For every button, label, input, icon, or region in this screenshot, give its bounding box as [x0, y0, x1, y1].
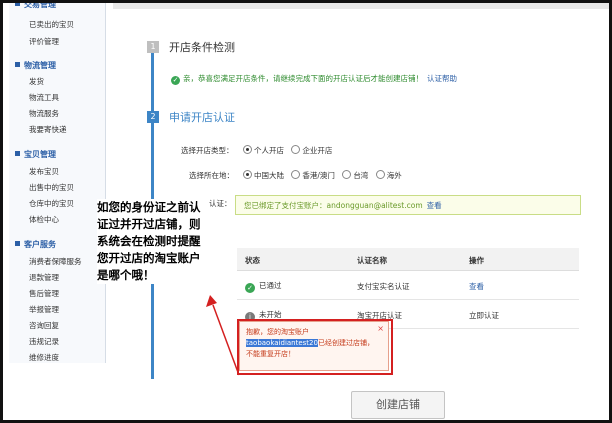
sidebar-group-service[interactable]: 客户服务: [15, 239, 56, 250]
radio-label: 企业开店: [302, 146, 333, 155]
sidebar: 交易管理 已卖出的宝贝 评价管理 物流管理 发货 物流工具 物流服务 我要寄快递…: [9, 3, 106, 363]
sidebar-item-logistics-tools[interactable]: 物流工具: [29, 92, 59, 103]
sidebar-group-label: 宝贝管理: [24, 150, 56, 159]
alipay-binding-box: 您已绑定了支付宝账户：andongguan@alitest.com 查看: [235, 195, 581, 215]
alipay-account-text: 您已绑定了支付宝账户：andongguan@alitest.com: [244, 201, 423, 210]
sidebar-item-publish[interactable]: 发布宝贝: [29, 166, 59, 177]
col-name: 认证名称: [357, 256, 387, 265]
radio-unchecked-icon: [342, 170, 352, 179]
radio-hk-macau[interactable]: 香港/澳门: [291, 170, 335, 180]
radio-checked-icon: [243, 145, 252, 154]
col-status: 状态: [245, 256, 260, 265]
table-row: ✓ 已通过 支付宝实名认证 查看: [237, 271, 579, 300]
screenshot-frame: 交易管理 已卖出的宝贝 评价管理 物流管理 发货 物流工具 物流服务 我要寄快递…: [0, 0, 612, 423]
radio-enterprise[interactable]: 企业开店: [291, 145, 333, 155]
check-icon: ✓: [171, 76, 180, 85]
view-link[interactable]: 查看: [469, 281, 484, 292]
sidebar-item-logistics-service[interactable]: 物流服务: [29, 108, 59, 119]
auth-help-link[interactable]: 认证帮助: [427, 74, 457, 83]
radio-label: 香港/澳门: [302, 171, 335, 180]
radio-unchecked-icon: [375, 170, 385, 179]
sidebar-group-goods[interactable]: 宝贝管理: [15, 149, 56, 160]
sidebar-item-report[interactable]: 举报管理: [29, 304, 59, 315]
sidebar-group-trade[interactable]: 交易管理: [15, 0, 56, 10]
sidebar-item-sold[interactable]: 已卖出的宝贝: [29, 19, 74, 30]
certify-now-link[interactable]: 立即认证: [469, 310, 499, 321]
radio-personal[interactable]: 个人开店: [243, 145, 284, 155]
sidebar-item-after-sales[interactable]: 售后管理: [29, 288, 59, 299]
radio-label: 中国大陆: [254, 171, 284, 180]
sidebar-item-repair[interactable]: 维修进度: [29, 352, 59, 363]
sidebar-item-consult[interactable]: 咨询回复: [29, 320, 59, 331]
status-cell: ✓ 已通过: [245, 280, 282, 293]
sidebar-item-warehouse[interactable]: 仓库中的宝贝: [29, 198, 74, 209]
step-2-title: 申请开店认证: [169, 111, 235, 124]
sidebar-item-guarantee[interactable]: 消费者保障服务: [29, 256, 82, 267]
sidebar-item-on-sale[interactable]: 出售中的宝贝: [29, 182, 74, 193]
radio-unchecked-icon: [291, 170, 301, 179]
auth-label: 认证：: [209, 199, 232, 208]
name-cell: 支付宝实名认证: [357, 282, 410, 291]
radio-taiwan[interactable]: 台湾: [342, 170, 369, 180]
annotation-text: 如您的身份证之前认证过并开过店铺，则系统会在检测时提醒您开过店的淘宝账户是哪个哦…: [97, 199, 209, 284]
col-action: 操作: [469, 256, 484, 265]
collapse-icon: [15, 151, 20, 156]
radio-label: 台湾: [353, 171, 369, 180]
sidebar-item-express[interactable]: 我要寄快递: [29, 124, 67, 135]
location-radios: 中国大陆 香港/澳门 台湾 海外: [243, 170, 407, 181]
collapse-icon: [15, 241, 20, 246]
collapse-icon: [15, 62, 20, 67]
highlight-outline: [237, 319, 393, 375]
top-bar: [113, 3, 609, 9]
shop-type-label: 选择开店类型：: [181, 146, 234, 155]
radio-mainland[interactable]: 中国大陆: [243, 170, 284, 180]
notice-message: 亲，恭喜您满足开店条件，请继续完成下面的开店认证后才能创建店铺！: [183, 74, 423, 83]
table-header: 状态 认证名称 操作: [237, 248, 579, 271]
sidebar-item-checkup[interactable]: 体检中心: [29, 214, 59, 225]
radio-label: 海外: [386, 171, 402, 180]
radio-checked-icon: [243, 170, 252, 179]
step-1-title: 开店条件检测: [169, 41, 235, 54]
sidebar-group-label: 交易管理: [24, 0, 56, 9]
radio-label: 个人开店: [254, 146, 284, 155]
status-text: 未开始: [259, 310, 282, 319]
check-icon: ✓: [245, 283, 255, 293]
eligibility-notice: ✓ 亲，恭喜您满足开店条件，请继续完成下面的开店认证后才能创建店铺！ 认证帮助: [171, 73, 457, 85]
collapse-icon: [15, 3, 20, 6]
alipay-view-link[interactable]: 查看: [427, 201, 442, 210]
step-2-number: 2: [147, 111, 159, 123]
sidebar-item-refund[interactable]: 退款管理: [29, 272, 59, 283]
sidebar-group-logistics[interactable]: 物流管理: [15, 60, 56, 71]
sidebar-group-label: 客户服务: [24, 240, 56, 249]
shop-type-radios: 个人开店 企业开店: [243, 145, 337, 156]
step-1-number: 1: [147, 41, 159, 53]
status-text: 已通过: [259, 281, 282, 290]
sidebar-item-reviews[interactable]: 评价管理: [29, 36, 59, 47]
location-label: 选择所在地：: [189, 171, 234, 180]
radio-unchecked-icon: [291, 145, 301, 154]
sidebar-group-label: 物流管理: [24, 61, 56, 70]
radio-overseas[interactable]: 海外: [375, 170, 402, 180]
sidebar-item-violations[interactable]: 违规记录: [29, 336, 59, 347]
alipay-binding-text: 您已绑定了支付宝账户：andongguan@alitest.com 查看: [244, 200, 442, 211]
create-shop-button[interactable]: 创建店铺: [351, 391, 445, 419]
sidebar-item-ship[interactable]: 发货: [29, 76, 44, 87]
